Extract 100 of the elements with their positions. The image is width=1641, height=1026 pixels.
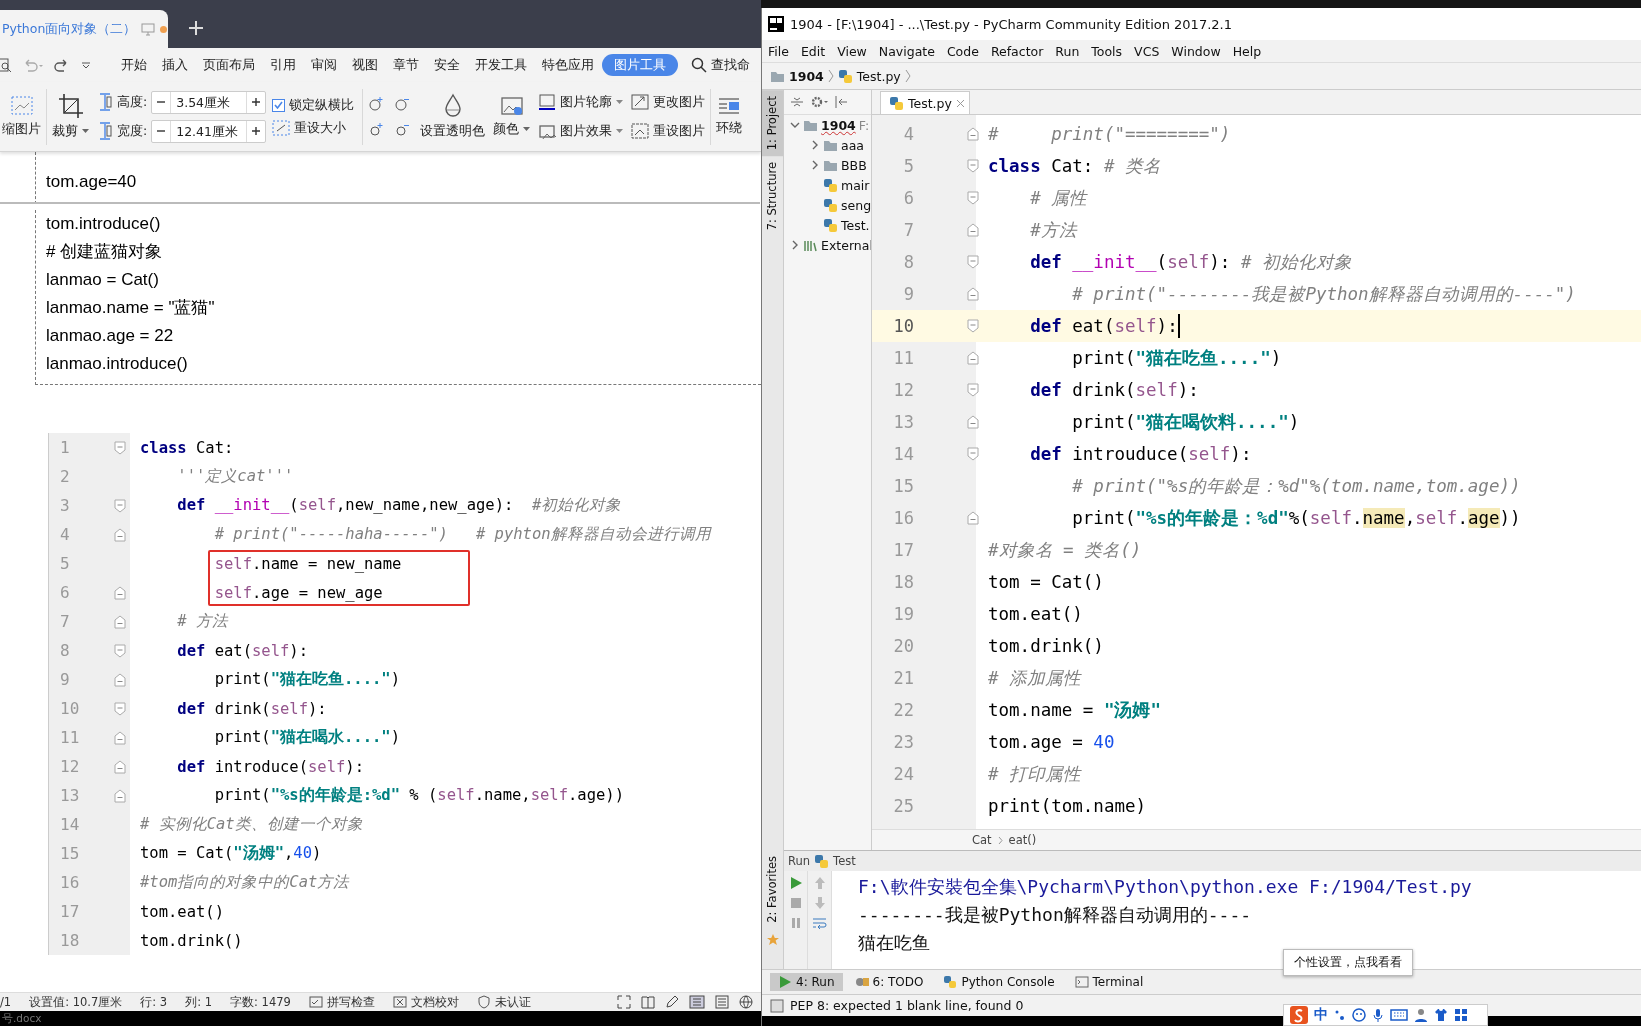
fold-icon[interactable]: [114, 788, 126, 803]
change-picture-button[interactable]: 更改图片: [631, 93, 706, 111]
fold-icon[interactable]: [967, 447, 979, 461]
brightness-up-icon[interactable]: [368, 95, 385, 112]
ribbon-tab[interactable]: 插入: [155, 54, 195, 76]
ribbon-tab[interactable]: 开发工具: [468, 54, 534, 76]
full-screen-icon[interactable]: [617, 995, 631, 1009]
ribbon-tab[interactable]: 安全: [427, 54, 467, 76]
fold-icon[interactable]: [114, 701, 126, 716]
fold-icon[interactable]: [967, 287, 979, 301]
status-button[interactable]: 未认证: [476, 994, 531, 1010]
ribbon-tab[interactable]: 页面布局: [196, 54, 262, 76]
fold-icon[interactable]: [114, 498, 126, 513]
menu-item[interactable]: View: [831, 43, 873, 59]
tool-window-tab[interactable]: 6: TODO: [846, 973, 932, 991]
lock-ratio-checkbox[interactable]: 锁定纵横比: [272, 96, 355, 114]
tree-item[interactable]: 1904: [821, 117, 856, 133]
fold-icon[interactable]: [967, 255, 979, 269]
picture-effects-button[interactable]: 图片效果: [538, 122, 624, 140]
search-button[interactable]: 查找命: [691, 56, 750, 74]
menu-item[interactable]: Tools: [1085, 43, 1129, 59]
editor-tab[interactable]: Test.py: [880, 91, 970, 114]
status-square-icon[interactable]: [770, 998, 784, 1013]
fold-icon[interactable]: [967, 159, 979, 173]
page-view-icon[interactable]: [689, 995, 705, 1009]
fold-icon[interactable]: [967, 127, 979, 141]
tree-item[interactable]: aaa: [841, 137, 864, 153]
breadcrumb-item[interactable]: Test.py: [837, 68, 901, 84]
plus-icon[interactable]: [188, 20, 204, 36]
menu-item[interactable]: Help: [1226, 43, 1268, 59]
breadcrumb-item[interactable]: 1904: [770, 68, 824, 84]
fold-icon[interactable]: [967, 223, 979, 237]
tree-item[interactable]: Test.: [841, 217, 870, 233]
tool-window-tab[interactable]: Terminal: [1066, 973, 1152, 991]
side-tab[interactable]: 2: Favorites: [762, 850, 783, 929]
ribbon-tab[interactable]: 图片工具: [602, 54, 678, 76]
number-field[interactable]: 3.54厘米: [151, 90, 267, 114]
tree-item[interactable]: External: [821, 237, 871, 253]
tree-item[interactable]: mair: [841, 177, 870, 193]
tree-item[interactable]: BBB: [841, 157, 867, 173]
print-preview-icon[interactable]: [0, 57, 12, 73]
menu-item[interactable]: File: [762, 43, 795, 59]
tool-window-tab[interactable]: Python Console: [935, 973, 1063, 991]
side-tab[interactable]: 7: Structure: [762, 156, 783, 237]
fold-icon[interactable]: [114, 643, 126, 658]
fold-icon[interactable]: [114, 730, 126, 745]
close-icon[interactable]: [955, 98, 965, 108]
tool-window-tab[interactable]: 4: Run: [770, 973, 843, 991]
picture-outline-button[interactable]: 图片轮廓: [538, 93, 624, 111]
menu-item[interactable]: Code: [940, 43, 985, 59]
set-transparent-color-button[interactable]: 设置透明色: [420, 93, 486, 140]
menu-item[interactable]: Window: [1165, 43, 1227, 59]
compress-picture-button[interactable]: 缩图片: [2, 95, 41, 138]
settings-icon[interactable]: [810, 95, 828, 109]
status-button[interactable]: 文档校对: [392, 994, 459, 1010]
fold-icon[interactable]: [967, 383, 979, 397]
soft-wrap-icon[interactable]: [811, 916, 828, 930]
outline-view-icon[interactable]: [715, 995, 729, 1009]
wrap-text-button[interactable]: 环绕: [716, 96, 743, 137]
status-button[interactable]: 拼写检查: [308, 994, 375, 1010]
menu-item[interactable]: Run: [1049, 43, 1086, 59]
ribbon-tab[interactable]: 视图: [345, 54, 385, 76]
menu-item[interactable]: Navigate: [872, 43, 941, 59]
fold-icon[interactable]: [967, 351, 979, 365]
tree-item[interactable]: seng: [841, 197, 871, 213]
ribbon-tab[interactable]: 开始: [114, 54, 154, 76]
collapse-icon[interactable]: [790, 95, 804, 109]
menu-item[interactable]: VCS: [1128, 43, 1166, 59]
number-field[interactable]: 12.41厘米: [151, 119, 267, 143]
side-tab[interactable]: 1: Project: [762, 90, 783, 157]
ribbon-tab[interactable]: 特色应用: [535, 54, 601, 76]
ribbon-tab[interactable]: 审阅: [304, 54, 344, 76]
breadcrumb-item[interactable]: eat(): [1008, 833, 1037, 847]
pin-left-icon[interactable]: [834, 95, 848, 109]
ribbon-tab[interactable]: 章节: [386, 54, 426, 76]
fold-icon[interactable]: [114, 440, 126, 455]
breadcrumb-item[interactable]: Cat: [972, 833, 992, 847]
crop-button[interactable]: 裁剪: [52, 93, 89, 140]
fold-icon[interactable]: [114, 614, 126, 629]
color-button[interactable]: 颜色: [493, 95, 531, 138]
fold-icon[interactable]: [967, 319, 979, 333]
contrast-up-icon[interactable]: [368, 121, 385, 138]
pen-icon[interactable]: [665, 995, 679, 1009]
fold-icon[interactable]: [114, 585, 126, 600]
document-tab[interactable]: Python面向对象（二）: [0, 10, 168, 48]
ribbon-tab[interactable]: 引用: [263, 54, 303, 76]
fold-icon[interactable]: [967, 415, 979, 429]
fold-icon[interactable]: [114, 527, 126, 542]
globe-icon[interactable]: [739, 995, 753, 1009]
reset-size-button[interactable]: 重设大小: [272, 119, 355, 137]
menu-item[interactable]: Refactor: [984, 43, 1050, 59]
reset-picture-button[interactable]: 重设图片: [631, 122, 706, 140]
menu-item[interactable]: Edit: [794, 43, 832, 59]
fold-icon[interactable]: [114, 759, 126, 774]
fold-icon[interactable]: [967, 511, 979, 525]
fold-icon[interactable]: [967, 191, 979, 205]
book-icon[interactable]: [641, 995, 655, 1009]
arrow-up-icon[interactable]: [812, 876, 827, 890]
stop-icon[interactable]: [788, 896, 803, 910]
fold-icon[interactable]: [114, 672, 126, 687]
